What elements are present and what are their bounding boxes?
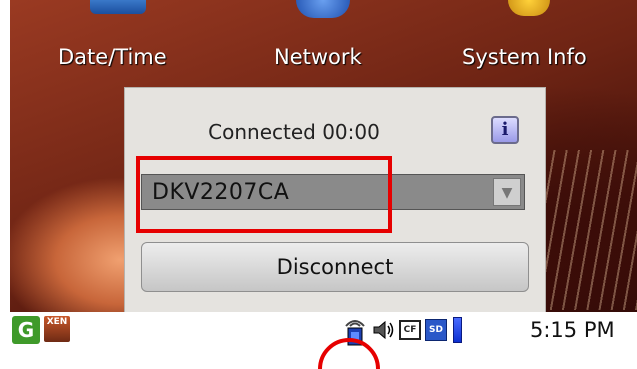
xen-app-icon[interactable]: XEN: [44, 316, 70, 342]
wifi-status-icon[interactable]: [340, 314, 370, 346]
sd-label: SD: [429, 325, 443, 335]
volume-icon[interactable]: [372, 318, 396, 342]
date-time-icon[interactable]: [90, 0, 146, 14]
system-info-label[interactable]: System Info: [462, 45, 587, 69]
connection-status: Connected 00:00: [208, 120, 380, 144]
sd-card-icon[interactable]: SD: [425, 319, 447, 341]
chevron-down-icon[interactable]: ▼: [493, 178, 521, 206]
date-time-label[interactable]: Date/Time: [58, 45, 167, 69]
network-name: DKV2207CA: [152, 180, 290, 205]
system-info-icon[interactable]: [508, 0, 550, 16]
network-label[interactable]: Network: [274, 45, 362, 69]
network-status-popup: Connected 00:00 i DKV2207CA ▼ Disconnect: [124, 87, 546, 319]
device-screen: Date/Time Network System Info Connected …: [10, 0, 637, 348]
network-select[interactable]: DKV2207CA ▼: [141, 174, 525, 210]
clock[interactable]: 5:15 PM: [530, 318, 615, 342]
xen-label: XEN: [46, 317, 68, 327]
battery-icon[interactable]: [453, 317, 462, 343]
start-icon[interactable]: G: [12, 316, 40, 344]
network-icon[interactable]: [296, 0, 350, 18]
cf-label: CF: [403, 325, 417, 335]
taskbar: G XEN CF SD 5:15 PM: [10, 312, 637, 348]
cf-card-icon[interactable]: CF: [399, 320, 421, 340]
info-icon[interactable]: i: [491, 116, 519, 144]
disconnect-button[interactable]: Disconnect: [141, 242, 529, 292]
